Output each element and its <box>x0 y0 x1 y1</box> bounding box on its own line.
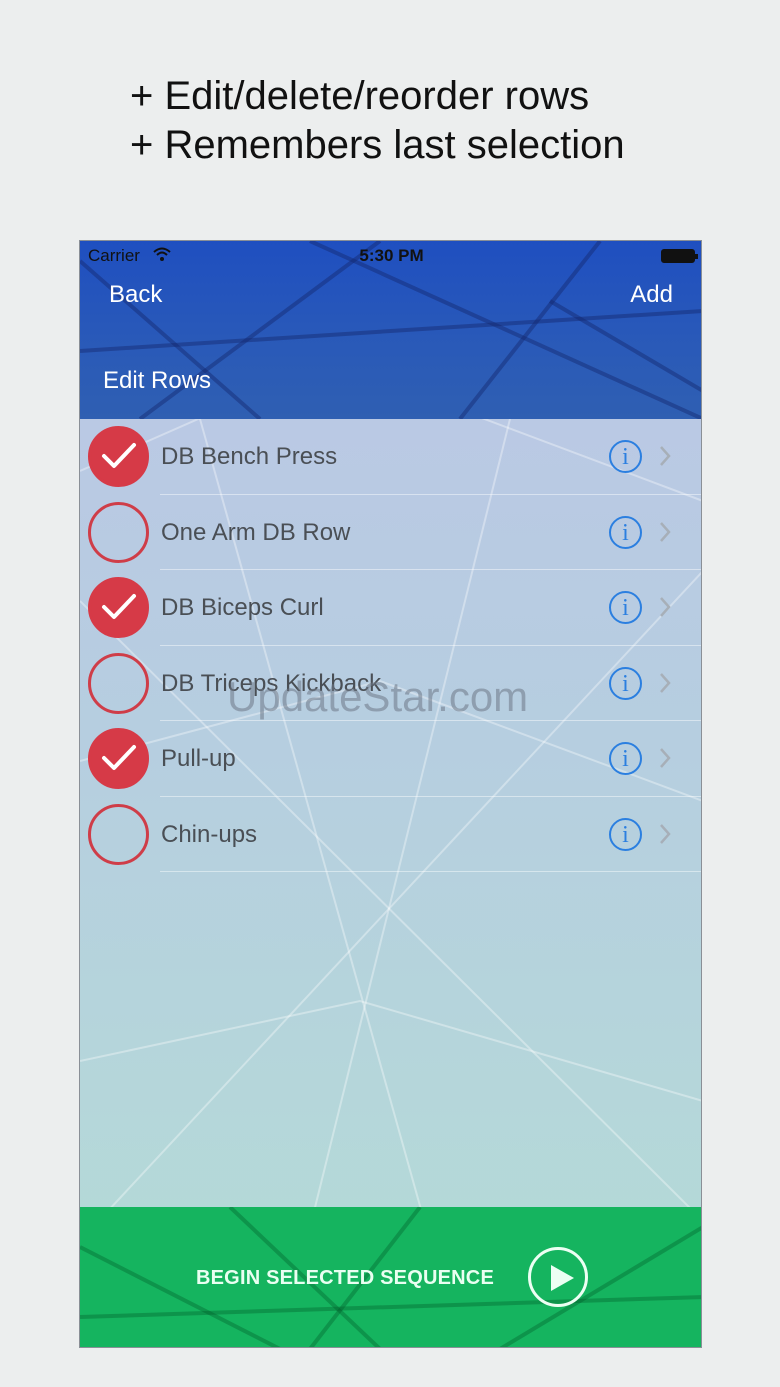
checkmark-unselected-icon[interactable] <box>88 803 149 865</box>
navigation-header: Carrier 5:30 PM Back Add Edit Rows <box>80 241 701 419</box>
begin-sequence-label: BEGIN SELECTED SEQUENCE <box>196 1267 494 1289</box>
info-icon[interactable]: i <box>609 666 642 700</box>
page-title: Edit Rows <box>103 367 212 394</box>
info-icon[interactable]: i <box>609 591 642 624</box>
add-button[interactable]: Add <box>630 281 673 309</box>
checkmark-selected-icon[interactable] <box>88 426 149 487</box>
caption-line-2: + Remembers last selection <box>130 123 625 167</box>
list-item[interactable]: Chin-ups i <box>80 797 701 873</box>
begin-sequence-button[interactable]: BEGIN SELECTED SEQUENCE <box>80 1207 701 1347</box>
promo-caption: + Edit/delete/reorder rows + Remembers l… <box>130 72 625 170</box>
checkmark-selected-icon[interactable] <box>88 577 149 638</box>
list-item-label: One Arm DB Row <box>161 518 351 546</box>
chevron-right-icon <box>660 597 671 617</box>
checkmark-unselected-icon[interactable] <box>88 652 149 714</box>
checkmark-selected-icon[interactable] <box>88 728 149 789</box>
play-icon <box>528 1247 588 1307</box>
caption-line-1: + Edit/delete/reorder rows <box>130 74 590 118</box>
list-item-label: Chin-ups <box>161 820 258 848</box>
list-item[interactable]: One Arm DB Row i <box>80 495 701 571</box>
footer-bar: BEGIN SELECTED SEQUENCE <box>80 1207 701 1347</box>
back-button[interactable]: Back <box>109 281 162 309</box>
list-item[interactable]: Pull-up i <box>80 721 701 797</box>
chevron-right-icon <box>660 446 671 466</box>
info-icon[interactable]: i <box>609 440 642 473</box>
watermark: UpdateStar.com <box>227 673 529 720</box>
chevron-right-icon <box>660 823 671 844</box>
status-time: 5:30 PM <box>359 246 424 265</box>
list-item[interactable]: DB Bench Press i <box>80 419 701 495</box>
list-item-label: DB Bench Press <box>161 443 338 470</box>
chevron-right-icon <box>660 748 671 768</box>
info-icon[interactable]: i <box>609 817 642 851</box>
status-bar: Carrier 5:30 PM <box>80 241 701 271</box>
list-item[interactable]: DB Biceps Curl i <box>80 570 701 646</box>
info-icon[interactable]: i <box>609 742 642 775</box>
list-item-label: DB Biceps Curl <box>161 594 324 621</box>
checkmark-unselected-icon[interactable] <box>88 501 149 563</box>
chevron-right-icon <box>660 521 671 542</box>
chevron-right-icon <box>660 672 671 693</box>
info-icon[interactable]: i <box>609 515 642 549</box>
exercise-list: DB Bench Press i One Arm DB Row i DB Bic… <box>80 419 701 873</box>
list-item-label: Pull-up <box>161 745 236 772</box>
phone-screen: Carrier 5:30 PM Back Add Edit Rows DB Be… <box>79 240 702 1348</box>
battery-icon <box>661 249 698 263</box>
